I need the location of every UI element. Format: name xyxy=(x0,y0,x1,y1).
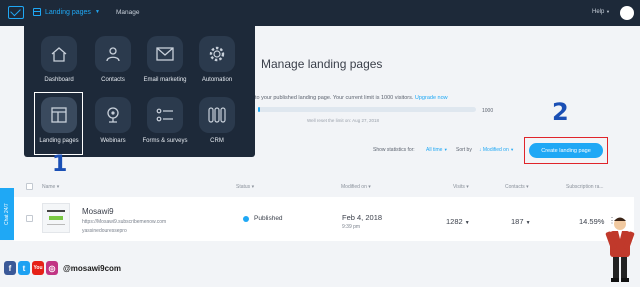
column-header-status[interactable]: Status ▾ xyxy=(236,184,254,190)
layout-icon xyxy=(33,8,41,16)
column-header-contacts[interactable]: Contacts ▾ xyxy=(505,184,529,190)
visitor-usage-bar xyxy=(258,107,476,112)
social-icons: f t You ◎ xyxy=(4,261,58,275)
visitor-limit-info: to your published landing page. Your cur… xyxy=(255,95,448,101)
column-header-subscription-rate[interactable]: Subscription ra... xyxy=(566,184,604,190)
menu-tile-webinars[interactable]: Webinars xyxy=(88,97,138,144)
select-all-checkbox[interactable] xyxy=(26,183,33,190)
columns-icon xyxy=(199,97,235,133)
chevron-down-icon: ▼ xyxy=(510,147,515,152)
stats-filter-dropdown[interactable]: All time ▼ xyxy=(426,147,448,153)
column-header-name[interactable]: Name ▾ xyxy=(42,184,59,190)
nav-manage[interactable]: Manage xyxy=(116,9,140,16)
facebook-icon: f xyxy=(4,261,16,275)
column-header-visits-label: Visits xyxy=(453,184,465,190)
menu-tile-label: Email marketing xyxy=(143,77,187,83)
menu-tile-forms-surveys[interactable]: Forms & surveys xyxy=(140,97,190,144)
limit-reset-note: Well reset the limit on: Aug 27, 2018 xyxy=(307,118,379,123)
chevron-down-icon: ▼ xyxy=(606,9,610,14)
menu-tile-contacts[interactable]: Contacts xyxy=(88,36,138,83)
column-header-modified[interactable]: Modified on ▾ xyxy=(341,184,371,190)
chat-support-tab[interactable]: Chat 24/7 xyxy=(0,188,14,240)
webcam-icon xyxy=(95,97,131,133)
menu-tile-email-marketing[interactable]: Email marketing xyxy=(140,36,190,83)
page-title: Manage landing pages xyxy=(261,57,383,71)
highlight-frame-landing-pages xyxy=(34,92,83,155)
sort-label: Sort by xyxy=(456,147,472,153)
chevron-down-icon: ▼ xyxy=(443,147,448,152)
youtube-icon: You xyxy=(32,261,44,275)
step-annotation-1: 1 xyxy=(52,152,68,177)
gear-icon xyxy=(199,36,235,72)
modified-time: 9:39 pm xyxy=(342,224,361,230)
twitter-icon: t xyxy=(18,261,30,275)
column-header-status-label: Status xyxy=(236,184,251,190)
sort-value: Modified on xyxy=(482,147,509,153)
landing-page-owner: yassinedouressepro xyxy=(82,228,127,234)
status-badge: Published xyxy=(254,215,283,222)
visits-count: 1282 xyxy=(446,217,463,226)
chevron-down-icon: ▼ xyxy=(94,9,100,15)
page-thumbnail[interactable] xyxy=(42,203,70,233)
menu-tile-automation[interactable]: Automation xyxy=(192,36,242,83)
upgrade-link[interactable]: Upgrade now xyxy=(415,95,448,101)
sort-direction-icon: ↓ xyxy=(479,147,482,153)
table-row[interactable]: Mosawi9 https://Mosawi9.subscribemenow.c… xyxy=(14,197,634,241)
instagram-icon: ◎ xyxy=(46,261,58,275)
subscription-rate-value: 14.59% xyxy=(579,217,605,226)
modified-date: Feb 4, 2018 xyxy=(342,213,383,222)
status-dot-icon xyxy=(243,216,249,222)
menu-tile-label: Forms & surveys xyxy=(142,138,188,144)
envelope-icon xyxy=(147,36,183,72)
visitor-usage-fill xyxy=(258,107,261,112)
stats-filter-value: All time xyxy=(426,147,443,153)
mascot-figure-icon xyxy=(605,217,635,282)
contacts-value[interactable]: 187 ▼ xyxy=(511,217,531,226)
row-checkbox[interactable] xyxy=(26,215,33,222)
column-header-subscription-rate-label: Subscription ra... xyxy=(566,184,604,190)
highlight-frame-create-button xyxy=(524,137,608,164)
avatar[interactable] xyxy=(620,6,634,20)
top-bar: Landing pages ▼ Manage Help ▼ xyxy=(0,0,640,26)
visitor-limit-value: 1000 xyxy=(482,108,494,114)
caret-down-icon: ▼ xyxy=(464,220,470,226)
menu-tile-label: Automation xyxy=(201,77,233,83)
watermark-handle: @mosawi9com xyxy=(63,264,122,273)
app-logo-icon[interactable] xyxy=(8,6,24,19)
menu-tile-crm[interactable]: CRM xyxy=(192,97,242,144)
visits-value[interactable]: 1282 ▼ xyxy=(446,217,470,226)
contacts-count: 187 xyxy=(511,217,524,226)
table-header: Name ▾ Status ▾ Modified on ▾ Visits ▾ C… xyxy=(0,178,640,194)
step-annotation-2: 2 xyxy=(552,98,569,126)
menu-tile-dashboard[interactable]: Dashboard xyxy=(34,36,84,83)
stats-filter-label: Show statistics for: xyxy=(373,147,415,153)
menu-tile-label: Dashboard xyxy=(44,77,74,83)
sort-dropdown[interactable]: ↓ Modified on ▼ xyxy=(479,147,514,153)
help-label: Help xyxy=(592,9,605,15)
menu-tile-label: Webinars xyxy=(100,138,126,144)
nav-landing-pages-label: Landing pages xyxy=(45,8,91,16)
landing-page-url[interactable]: https://Mosawi9.subscribemenow.com xyxy=(82,219,166,225)
person-icon xyxy=(95,36,131,72)
help-menu[interactable]: Help ▼ xyxy=(592,9,610,15)
landing-page-name[interactable]: Mosawi9 xyxy=(82,207,114,216)
house-icon xyxy=(41,36,77,72)
caret-down-icon: ▼ xyxy=(525,220,531,226)
list-icon xyxy=(147,97,183,133)
column-header-name-label: Name xyxy=(42,184,56,190)
column-header-visits[interactable]: Visits ▾ xyxy=(453,184,469,190)
column-header-contacts-label: Contacts xyxy=(505,184,525,190)
menu-tile-label: Contacts xyxy=(101,77,125,83)
menu-tile-label: CRM xyxy=(210,138,224,144)
column-header-modified-label: Modified on xyxy=(341,184,367,190)
visitor-limit-text: to your published landing page. Your cur… xyxy=(255,95,414,101)
nav-landing-pages[interactable]: Landing pages ▼ xyxy=(33,8,100,16)
